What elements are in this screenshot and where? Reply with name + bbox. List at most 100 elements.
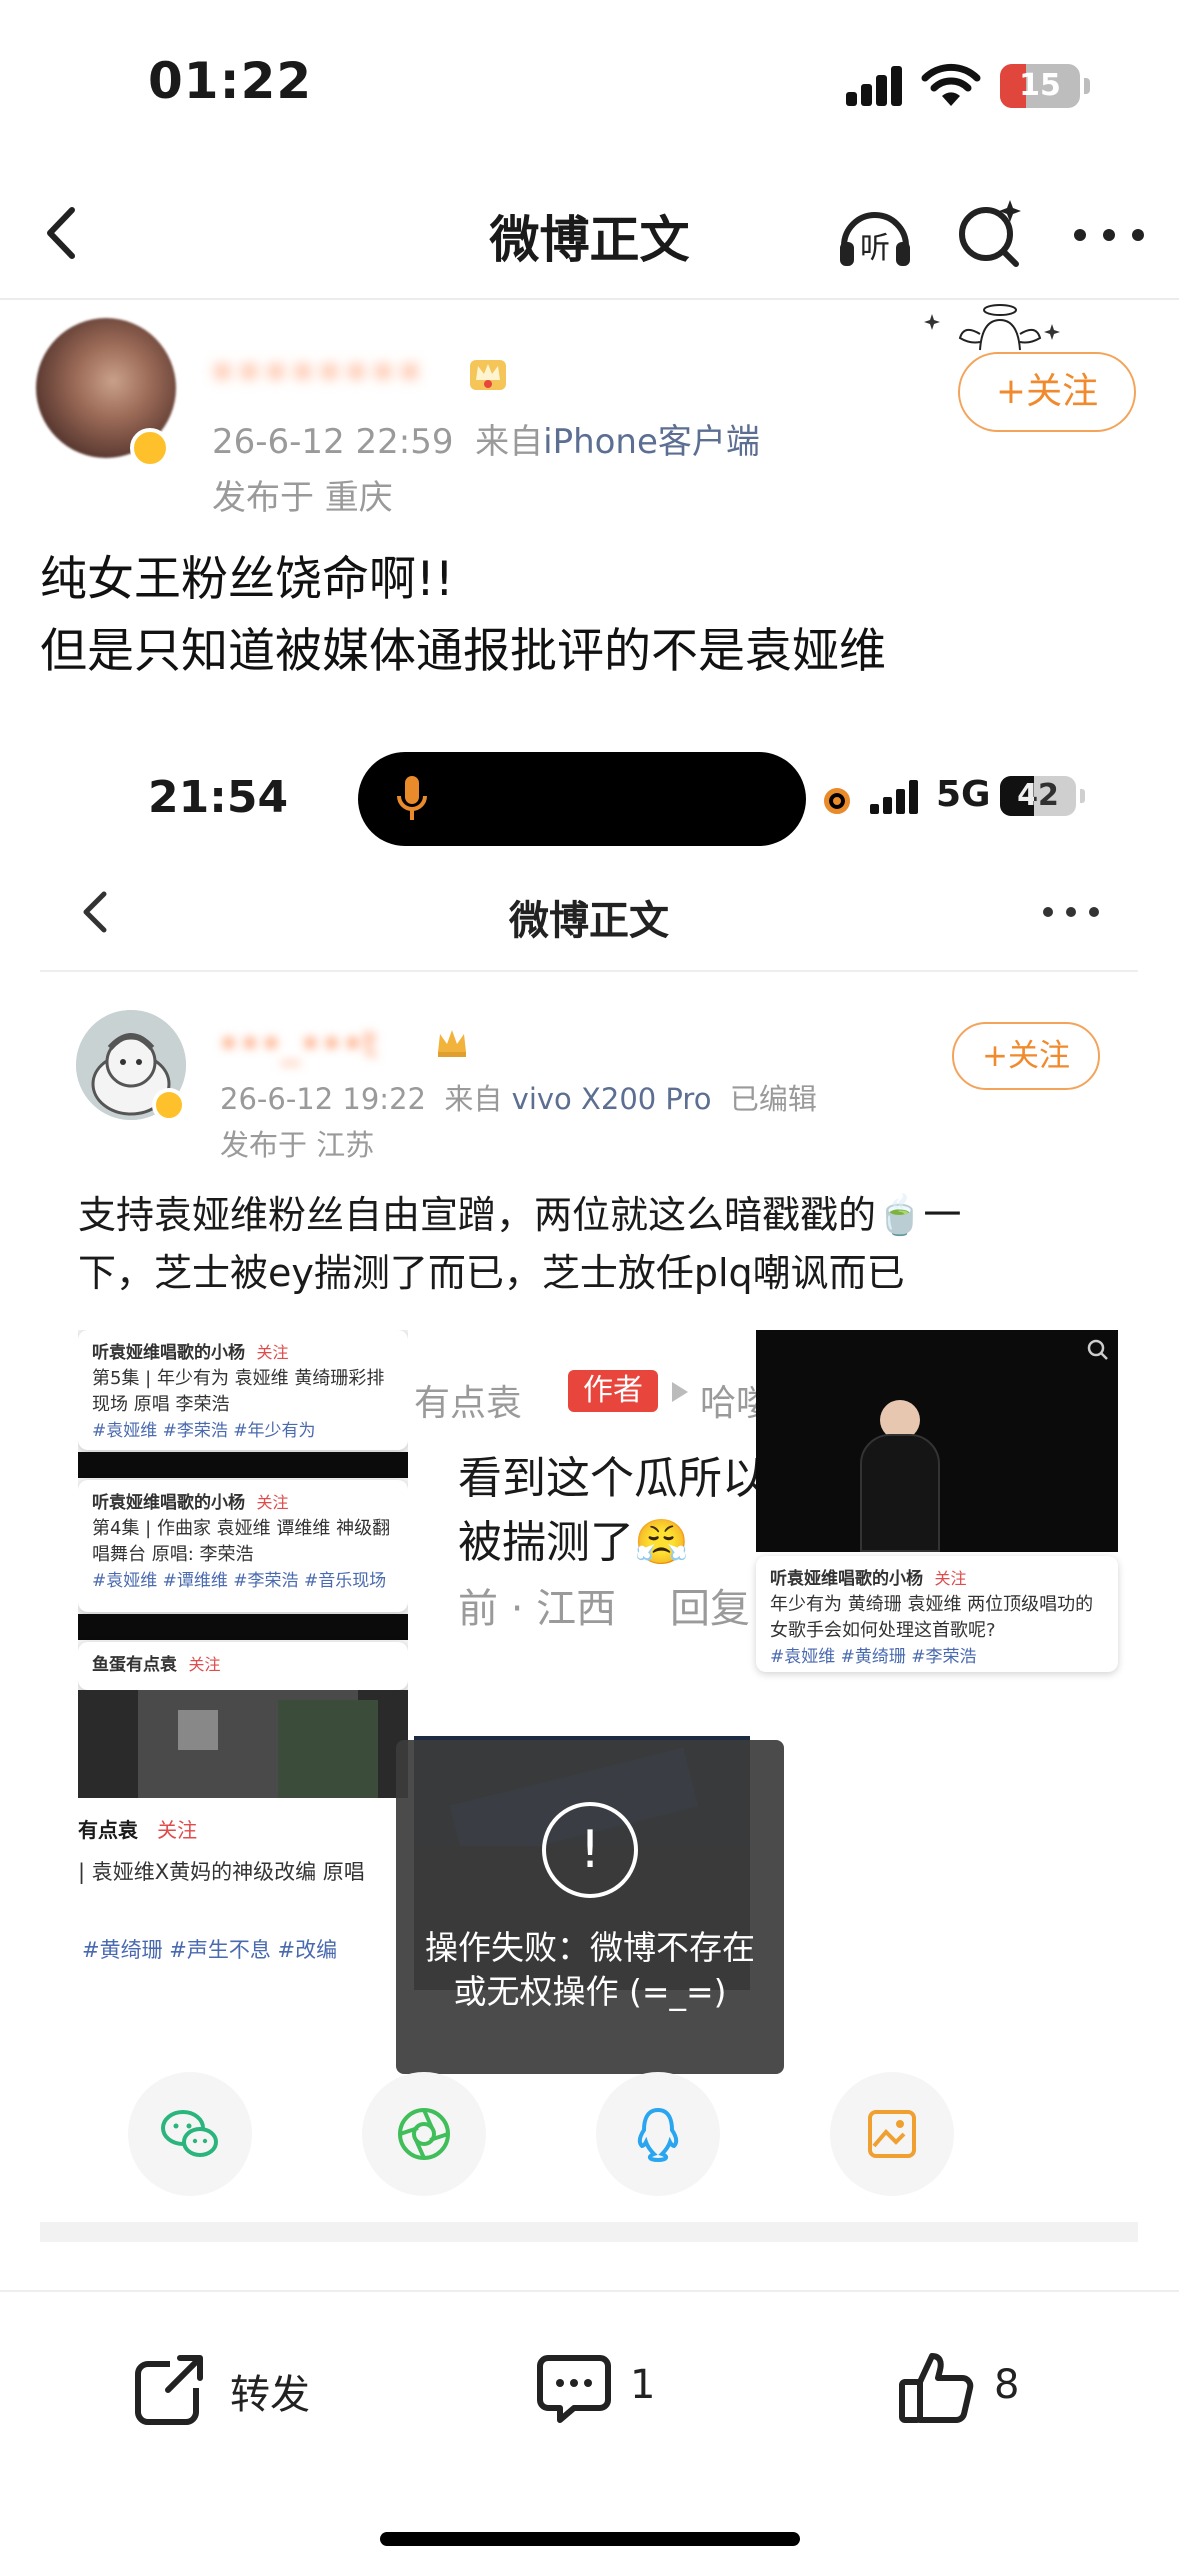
zoom-icon	[1087, 1339, 1108, 1360]
listen-icon[interactable]: 听	[834, 194, 916, 276]
like-icon	[899, 2353, 974, 2423]
embedded-signal-icon	[870, 780, 928, 814]
reply-meta: 前 · 江西	[458, 1586, 617, 1632]
card-follow: 关注	[256, 1493, 289, 1512]
share-wechat-button	[128, 2072, 252, 2196]
microphone-icon	[397, 776, 427, 820]
reply-arrow-icon	[672, 1382, 688, 1402]
video-card: 鱼蛋有点袁 关注	[78, 1642, 408, 1690]
embedded-text-line: 下，芝士被ey揣测了而已，芝士放任plq嘲讽而已	[78, 1251, 905, 1295]
repost-button[interactable]: 转发	[130, 2344, 350, 2434]
video-card: 听袁娅维唱歌的小杨 关注 年少有为 黄绮珊 袁娅维 两位顶级唱功的女歌手会如何处…	[756, 1556, 1118, 1672]
card-title: 第4集 | 作曲家 袁娅维 谭维维 神级翻唱舞台 原唱: 李荣浩	[92, 1518, 391, 1565]
card-tags: #袁娅维 #谭维维 #李荣浩 #音乐现场	[92, 1571, 387, 1591]
card-follow: 关注	[934, 1569, 967, 1588]
save-image-button	[830, 2072, 954, 2196]
post-source-prefix: 来自	[475, 422, 544, 462]
home-indicator	[380, 2532, 800, 2546]
comment-icon	[537, 2355, 611, 2423]
card-title: 第5集 | 年少有为 袁娅维 黄绮珊彩排现场 原唱 李荣浩	[92, 1368, 385, 1415]
embedded-battery-icon: 42	[1000, 776, 1076, 816]
reply-action: 回复	[670, 1586, 750, 1632]
embedded-username: •••_•••t	[218, 1024, 378, 1065]
card-user: 有点袁	[78, 1818, 138, 1842]
post-timestamp: 26-6-12 22:59	[212, 422, 454, 462]
error-toast: ! 操作失败：微博不存在或无权操作 (=_=)	[396, 1740, 784, 2074]
author-badge: 作者	[568, 1370, 658, 1412]
like-count: 8	[994, 2362, 1020, 2408]
card-user: 鱼蛋有点袁	[92, 1655, 177, 1675]
card-user: 听袁娅维唱歌的小杨	[770, 1569, 923, 1589]
crown-badge-icon	[470, 360, 506, 390]
post-text-line: 但是只知道被媒体通报批评的不是袁娅维	[40, 624, 886, 679]
svg-text:听: 听	[860, 231, 890, 266]
network-type: 5G	[936, 774, 991, 815]
card-header: 有点袁 关注	[78, 1814, 197, 1843]
card-follow: 关注	[256, 1343, 289, 1362]
repost-label: 转发	[230, 2372, 310, 2418]
embedded-edited: 已编辑	[729, 1082, 817, 1116]
card-follow: 关注	[188, 1655, 221, 1674]
qq-icon	[637, 2107, 679, 2163]
collage-image-1: 听袁娅维唱歌的小杨 关注 第5集 | 年少有为 袁娅维 黄绮珊彩排现场 原唱 李…	[78, 1330, 408, 1990]
post-text: 纯女王粉丝饶命啊!! 但是只知道被媒体通报批评的不是袁娅维	[40, 544, 1150, 688]
embedded-post-text: 支持袁娅维粉丝自由宣蹭，两位就这么暗戳戳的🍵一 下，芝士被ey揣测了而已，芝士放…	[78, 1186, 1108, 1302]
more-icon[interactable]	[1064, 200, 1154, 270]
embedded-text-line: 支持袁娅维粉丝自由宣蹭，两位就这么暗戳戳的🍵一	[78, 1193, 962, 1237]
nav-bar: 微博正文 听	[0, 170, 1179, 300]
toast-message: 操作失败：微博不存在或无权操作 (=_=)	[425, 1928, 755, 2011]
card-title: 年少有为 黄绮珊 袁娅维 两位顶级唱功的女歌手会如何处理这首歌呢?	[770, 1594, 1094, 1641]
card-user: 听袁娅维唱歌的小杨	[92, 1493, 245, 1513]
post-source[interactable]: iPhone客户端	[543, 422, 760, 462]
share-moments-button	[362, 2072, 486, 2196]
embedded-more-icon	[1043, 907, 1099, 917]
card-title: | 袁娅维X黄妈的神级改编 原唱	[78, 1860, 365, 1884]
embedded-crown-icon	[438, 1030, 466, 1057]
embedded-battery-level: 42	[1017, 778, 1059, 813]
embedded-verified-icon	[152, 1088, 186, 1122]
video-thumbnail	[78, 1690, 408, 1798]
username[interactable]: ••••••••	[210, 348, 424, 397]
embedded-location: 发布于 江苏	[220, 1128, 375, 1162]
comment-button[interactable]: 1	[534, 2344, 684, 2434]
alert-icon: !	[542, 1802, 638, 1898]
like-button[interactable]: 8	[896, 2344, 1046, 2434]
post-meta: 26-6-12 22:59 来自iPhone客户端	[212, 414, 760, 463]
dynamic-island	[358, 752, 806, 846]
verified-badge-icon	[130, 428, 170, 468]
embedded-follow-button: +关注	[952, 1022, 1100, 1090]
wechat-icon	[161, 2110, 218, 2157]
cellular-signal-icon	[846, 66, 904, 106]
battery-level: 15	[1019, 68, 1061, 103]
card-user: 听袁娅维唱歌的小杨	[92, 1343, 245, 1363]
bottom-action-bar: 转发 1 8	[0, 2290, 1179, 2556]
video-card: 听袁娅维唱歌的小杨 关注 第4集 | 作曲家 袁娅维 谭维维 神级翻唱舞台 原唱…	[78, 1480, 408, 1612]
reply-name: 有点袁	[414, 1383, 523, 1424]
save-image-icon	[868, 2110, 916, 2158]
card-tags: #袁娅维 #李荣浩 #年少有为	[92, 1421, 316, 1441]
card-follow: 关注	[157, 1818, 198, 1842]
reply-text: 被揣测了😤	[458, 1517, 689, 1568]
card-tags: #黄绮珊 #声生不息 #改编	[82, 1938, 338, 1962]
embedded-page-title: 微博正文	[509, 898, 669, 944]
comment-count: 1	[630, 2362, 656, 2408]
video-card: 听袁娅维唱歌的小杨 关注 第5集 | 年少有为 袁娅维 黄绮珊彩排现场 原唱 李…	[78, 1330, 408, 1450]
moments-icon	[398, 2108, 450, 2160]
embedded-status-time: 21:54	[148, 772, 289, 823]
status-bar: 01:22 15	[0, 0, 1179, 170]
wifi-icon	[921, 63, 981, 106]
search-icon[interactable]	[950, 194, 1030, 274]
collage-image-3	[756, 1330, 1118, 1552]
post-text-line: 纯女王粉丝饶命啊!!	[40, 552, 454, 607]
embedded-post-meta: 26-6-12 19:22 来自 vivo X200 Pro 已编辑	[220, 1076, 817, 1118]
card-tags: #袁娅维 #黄绮珊 #李荣浩	[770, 1647, 977, 1667]
recording-dot-icon	[824, 788, 850, 814]
embedded-timestamp: 26-6-12 19:22	[220, 1082, 426, 1116]
embedded-source: vivo X200 Pro	[511, 1082, 712, 1116]
repost-icon	[135, 2354, 204, 2425]
embedded-screenshot[interactable]: 21:54 5G 42 微博正文 •••_•••t 26-6-12 19:22 …	[40, 742, 1138, 2242]
share-qq-button	[596, 2072, 720, 2196]
follow-button[interactable]: +关注	[958, 352, 1136, 432]
status-time: 01:22	[148, 52, 313, 110]
embedded-source-prefix: 来自	[444, 1082, 503, 1116]
